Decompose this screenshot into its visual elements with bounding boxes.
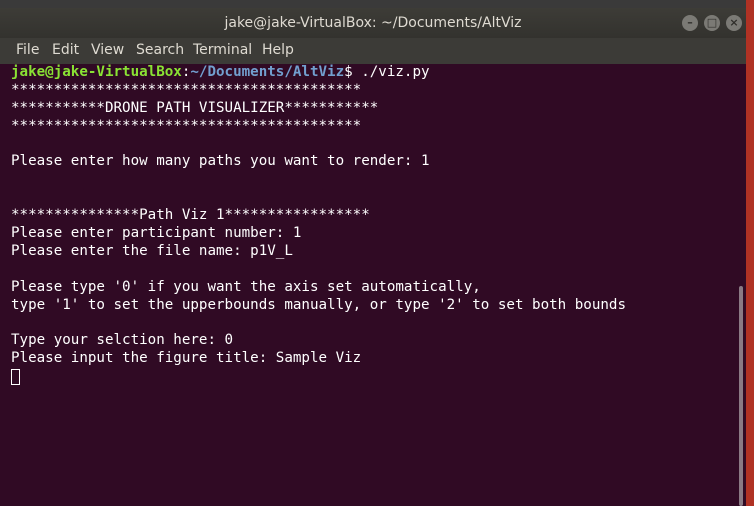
text-cursor — [11, 369, 20, 386]
scrollbar[interactable] — [736, 64, 746, 506]
minimize-button[interactable]: – — [682, 15, 698, 31]
output-line: Type your selction here: 0 — [11, 332, 234, 349]
menu-help[interactable]: Help — [262, 42, 294, 58]
menu-bar: File Edit View Search Terminal Help — [0, 38, 746, 64]
menu-search[interactable]: Search — [136, 42, 184, 58]
prompt-command: ./viz.py — [352, 64, 430, 80]
output-line: Please type '0' if you want the axis set… — [11, 278, 481, 295]
background-window-edge — [746, 0, 754, 506]
output-line: Please enter how many paths you want to … — [11, 153, 430, 170]
menu-file[interactable]: File — [16, 42, 39, 58]
prompt-path: ~/Documents/AltViz — [190, 64, 345, 80]
terminal-window: jake@jake-VirtualBox: ~/Documents/AltViz… — [0, 8, 746, 506]
output-line: ***********DRONE PATH VISUALIZER********… — [11, 99, 379, 116]
input-line[interactable] — [11, 368, 736, 386]
background-desktop-strip — [0, 0, 754, 8]
output-line: Please enter participant number: 1 — [11, 225, 302, 242]
terminal-output[interactable]: jake@jake-VirtualBox:~/Documents/AltViz$… — [0, 64, 736, 506]
maximize-button[interactable]: □ — [704, 15, 720, 31]
prompt-line: jake@jake-VirtualBox:~/Documents/AltViz$… — [11, 64, 736, 82]
prompt-symbol: $ — [344, 64, 353, 80]
prompt-user-host: jake@jake-VirtualBox — [11, 64, 182, 80]
menu-terminal[interactable]: Terminal — [193, 42, 252, 58]
output-line: type '1' to set the upperbounds manually… — [11, 296, 626, 313]
output-line: Please enter the file name: p1V_L — [11, 242, 293, 259]
title-bar[interactable]: jake@jake-VirtualBox: ~/Documents/AltViz… — [0, 8, 746, 38]
close-button[interactable]: × — [726, 15, 742, 31]
menu-view[interactable]: View — [91, 42, 124, 58]
output-line: ***************Path Viz 1***************… — [11, 207, 370, 224]
menu-edit[interactable]: Edit — [52, 42, 79, 58]
output-line: ****************************************… — [11, 117, 362, 134]
output-line: ****************************************… — [11, 81, 362, 98]
scrollbar-thumb[interactable] — [739, 286, 743, 506]
output-line: Please input the figure title: Sample Vi… — [11, 350, 362, 367]
window-title: jake@jake-VirtualBox: ~/Documents/AltViz — [224, 15, 522, 31]
